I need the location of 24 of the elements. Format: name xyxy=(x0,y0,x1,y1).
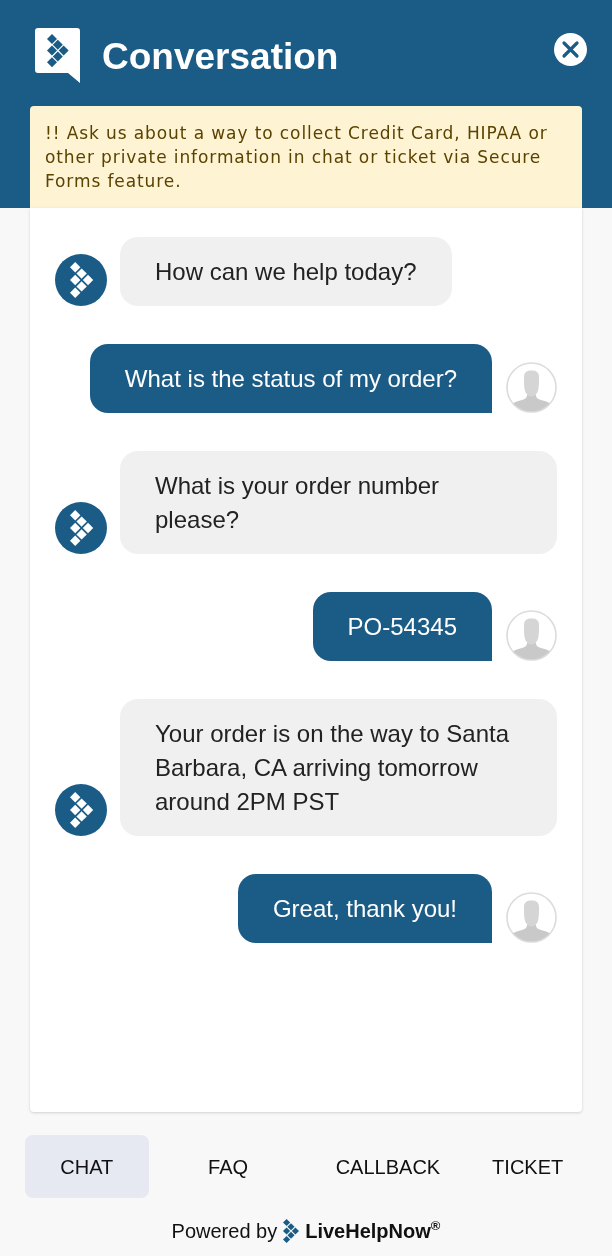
person-silhouette-icon xyxy=(506,362,557,413)
diamond-logo-icon xyxy=(283,1219,300,1243)
notice-text: !! Ask us about a way to collect Credit Card, HIPAA or other private information in chat or ticket via Secure Forms feature. xyxy=(45,122,549,193)
nav-tab[interactable]: CALLBACK xyxy=(307,1135,469,1198)
window-title: Conversation xyxy=(102,35,339,79)
person-silhouette-icon xyxy=(506,892,557,943)
powered-by-text: Powered by xyxy=(171,1219,278,1243)
visitor-message: Great, thank you! xyxy=(237,874,492,943)
close-icon xyxy=(554,33,587,66)
brand-name: LiveHelpNow$^{®}$ xyxy=(305,1219,441,1243)
speech-bubble-logo-icon xyxy=(35,28,80,83)
nav-tab[interactable]: FAQ xyxy=(148,1135,308,1198)
diamond-avatar-icon xyxy=(55,784,107,836)
person-silhouette-icon xyxy=(506,610,557,661)
nav-tab[interactable]: TICKET xyxy=(468,1135,587,1198)
visitor-message: What is the status of my order? xyxy=(89,344,492,413)
agent-message: Your order is on the way to Santa Barbara, CA arriving tomorrow around 2PM PST xyxy=(120,699,557,836)
close-button[interactable] xyxy=(554,33,587,66)
diamond-avatar-icon xyxy=(55,502,107,554)
agent-message: How can we help today? xyxy=(120,237,452,306)
agent-message: What is your order number please? xyxy=(120,451,557,554)
diamond-avatar-icon xyxy=(55,254,107,306)
visitor-message: PO-54345 xyxy=(312,592,492,661)
nav-tab[interactable]: CHAT xyxy=(25,1135,149,1198)
